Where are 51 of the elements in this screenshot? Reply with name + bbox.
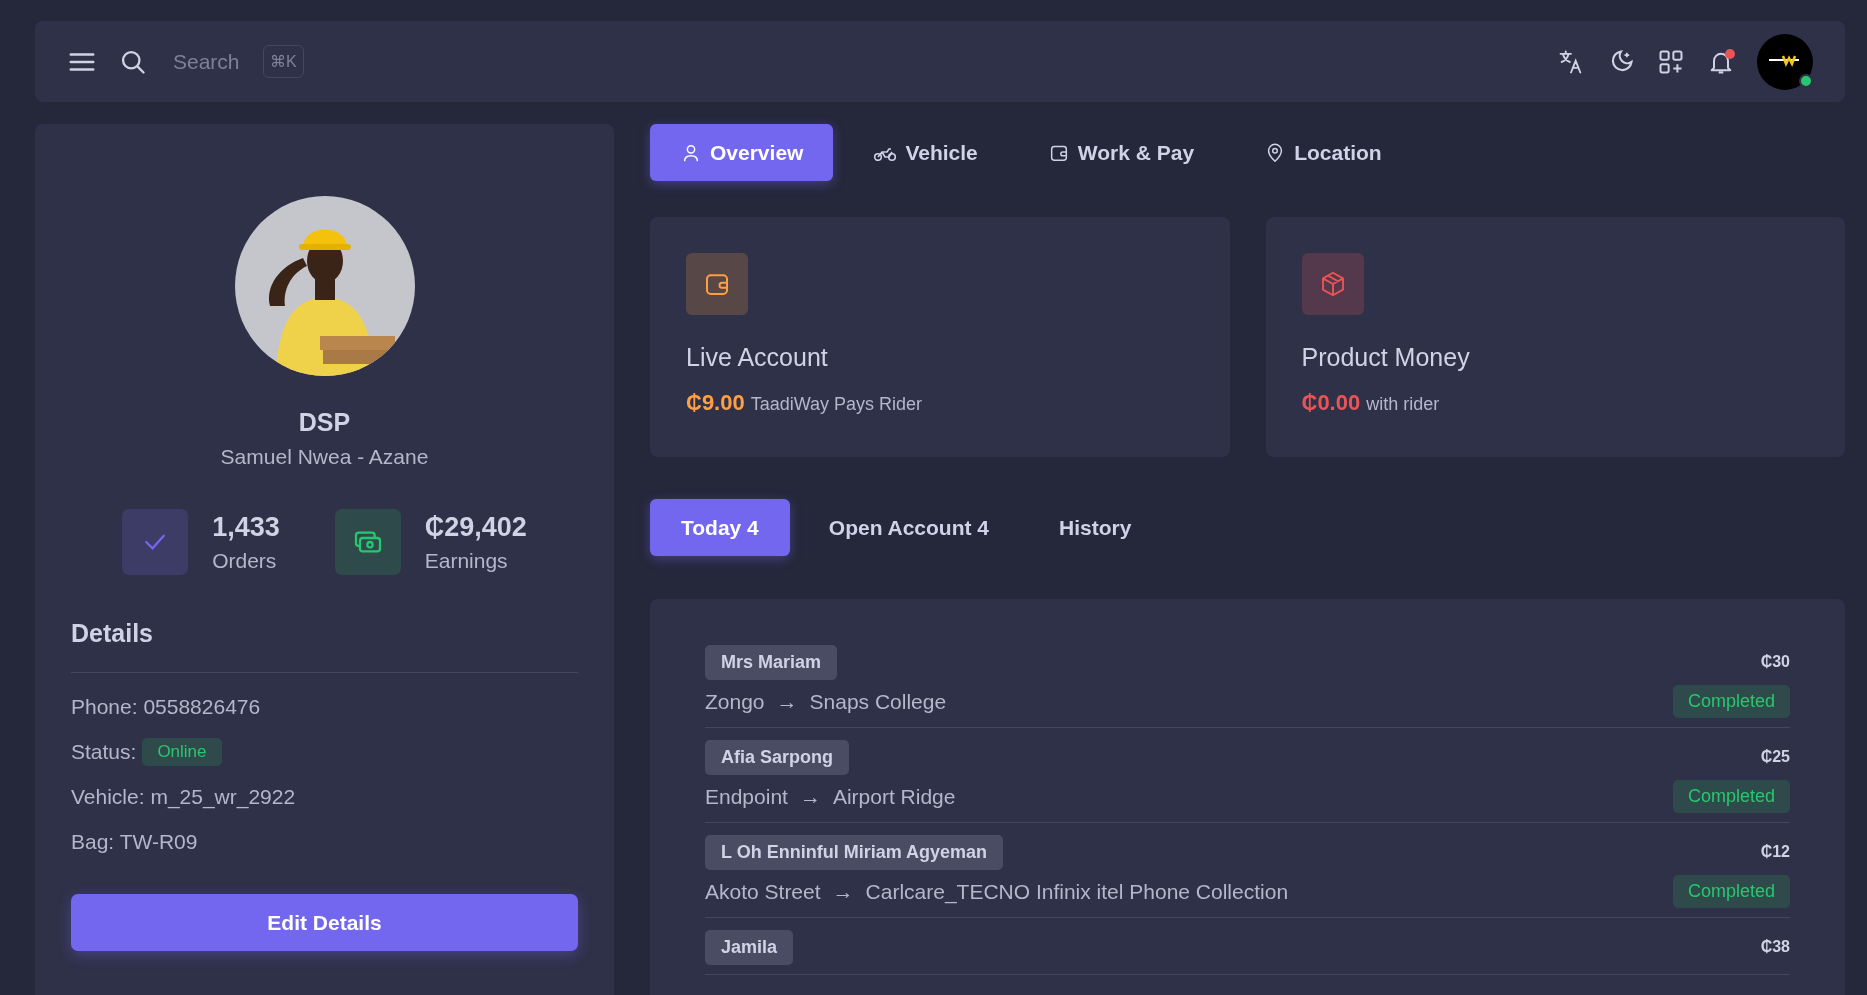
amount: ₵0.00: [1301, 390, 1361, 416]
route-origin: Zongo: [705, 690, 765, 714]
route-destination: Airport Ridge: [832, 785, 956, 809]
customer-tag: L Oh Enninful Miriam Agyeman: [705, 835, 1004, 870]
route-destination: Snaps College: [809, 690, 947, 714]
customer-tag: Mrs Mariam: [705, 645, 838, 680]
order-amount: ₵25: [1760, 748, 1790, 766]
customer-tag: Afia Sarpong: [705, 740, 849, 775]
tab[interactable]: Open Account 4: [797, 499, 1021, 556]
status-badge: Online: [142, 738, 222, 766]
role-title: DSP: [298, 408, 351, 437]
detail-text: Bag: TW-R09: [71, 830, 198, 854]
rider-name: Samuel Nwea - Azane: [220, 445, 429, 469]
stat-value: 1,433: [212, 511, 280, 543]
check-icon: [122, 509, 189, 575]
arrow-glyph: →: [776, 690, 798, 714]
logo-icon[interactable]: [1757, 33, 1813, 90]
order-amount: ₵38: [1760, 938, 1790, 956]
tab[interactable]: Today 4: [650, 499, 790, 556]
tab[interactable]: History: [1028, 499, 1163, 556]
tab[interactable]: Overview: [650, 124, 834, 181]
route-origin: Endpoint: [705, 785, 788, 809]
stat-label: Earnings: [424, 548, 509, 573]
route-destination: Carlcare_TECNO Infinix itel Phone Collection: [865, 880, 1289, 904]
status-badge: Completed: [1672, 685, 1790, 718]
card-title: Product Money: [1301, 343, 1471, 372]
route-origin: Akoto Street: [705, 880, 821, 904]
edit-details-button[interactable]: Edit Details: [71, 894, 578, 951]
cash-icon: [334, 509, 401, 575]
detail-text: Phone: 0558826476: [71, 695, 261, 719]
customer-tag: Jamila: [705, 930, 794, 965]
status-badge: Completed: [1672, 780, 1790, 813]
amount-note: with rider: [1366, 394, 1440, 415]
shortcut-key: ⌘K: [263, 45, 304, 78]
arrow-glyph: →: [799, 785, 821, 809]
stat-value: ₵29,402: [424, 511, 527, 543]
stat-label: Orders: [212, 548, 278, 573]
order-amount: ₵12: [1760, 843, 1790, 861]
detail-text: Vehicle: m_25_wr_2922: [71, 785, 296, 809]
search-field[interactable]: Search: [171, 48, 255, 75]
card-title: Live Account: [686, 343, 829, 372]
tab[interactable]: Work & Pay: [1017, 124, 1225, 181]
amount-note: TaadiWay Pays Rider: [750, 394, 923, 415]
arrow-glyph: →: [832, 880, 854, 904]
order-amount: ₵30: [1760, 653, 1790, 671]
amount: ₵9.00: [686, 390, 745, 416]
tab[interactable]: Location: [1234, 124, 1412, 181]
details-heading: Details: [71, 619, 154, 648]
status-badge: Completed: [1672, 875, 1790, 908]
tab[interactable]: Vehicle: [843, 124, 1008, 181]
detail-label: Status:: [71, 740, 137, 764]
